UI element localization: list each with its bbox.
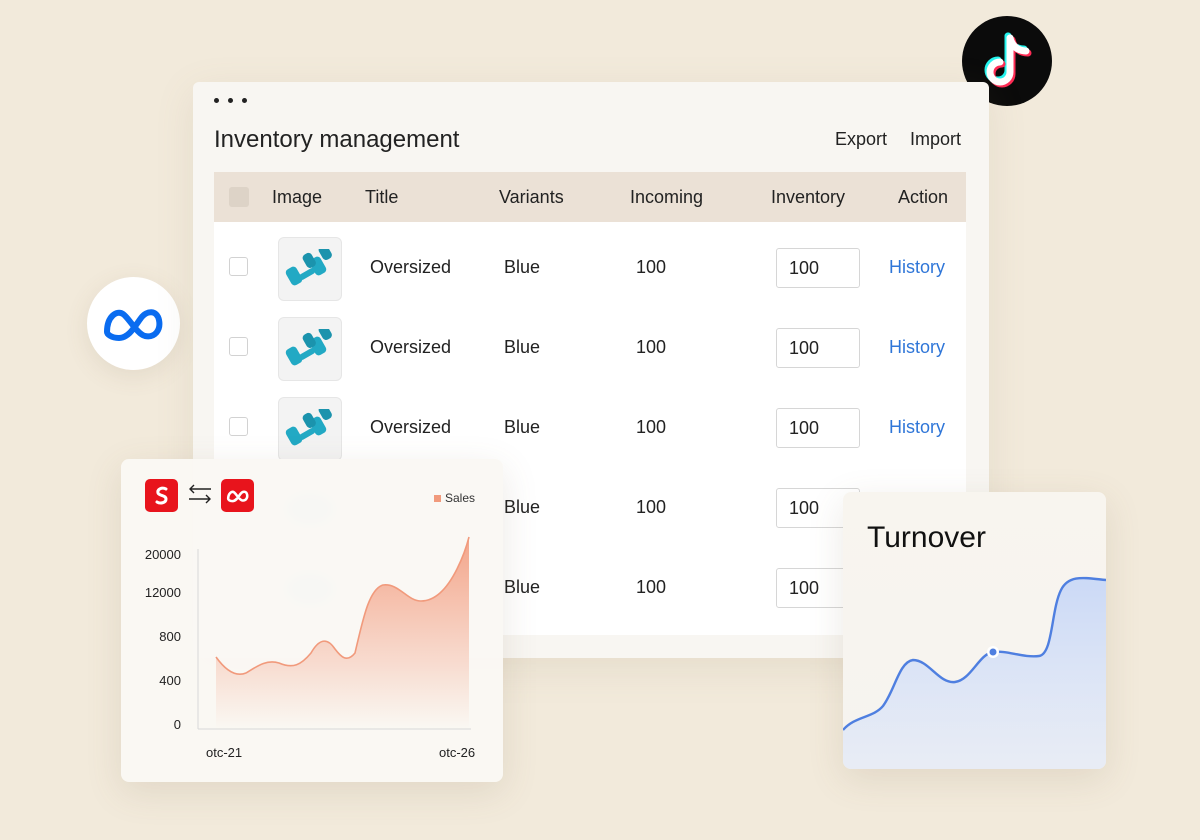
history-link[interactable]: History [889, 337, 945, 358]
product-image [278, 317, 342, 381]
column-header-variants: Variants [499, 187, 564, 207]
table-header: Image Title Variants Incoming Inventory … [214, 172, 966, 222]
incoming-count: 100 [636, 497, 667, 517]
meta-logo-icon [103, 308, 162, 341]
product-variant: Blue [504, 257, 541, 277]
product-image [278, 397, 342, 461]
product-title: Oversized [370, 257, 452, 277]
product-title: Oversized [370, 417, 452, 437]
inventory-input[interactable]: 100 [776, 408, 860, 448]
x-tick-label: otc-26 [439, 745, 476, 760]
column-header-inventory: Inventory [771, 187, 846, 207]
export-button[interactable]: Export [835, 129, 887, 150]
x-tick-label: otc-21 [206, 745, 243, 760]
inventory-input[interactable]: 100 [776, 328, 860, 368]
dumbbell-icon [285, 249, 332, 286]
product-title: Oversized [370, 337, 452, 357]
history-link[interactable]: History [889, 257, 945, 278]
turnover-card: Turnover [843, 492, 1106, 769]
product-variant: Blue [504, 577, 541, 597]
sales-area-chart [197, 536, 471, 730]
turnover-point [989, 648, 997, 656]
incoming-count: 100 [636, 337, 667, 357]
column-header-image: Image [272, 187, 323, 207]
window-menu-dots[interactable] [214, 98, 247, 103]
row-checkbox[interactable] [229, 337, 248, 356]
column-header-action: Action [898, 187, 949, 207]
sales-chart-card: Sales 20000 12000 800 400 0 otc-21 otc-2… [121, 459, 503, 782]
column-header-incoming: Incoming [630, 187, 704, 207]
column-header-title: Title [365, 187, 399, 207]
product-variant: Blue [504, 337, 541, 357]
import-button[interactable]: Import [910, 129, 961, 150]
table-row: Oversized Blue 100 100 History [214, 302, 966, 382]
incoming-count: 100 [636, 577, 667, 597]
turnover-line-chart [843, 576, 1106, 769]
table-row: Oversized Blue 100 100 History [214, 382, 966, 462]
history-link[interactable]: History [889, 417, 945, 438]
turnover-area [843, 578, 1106, 769]
sales-area [216, 537, 469, 729]
meta-badge [87, 277, 180, 370]
product-variant: Blue [504, 497, 541, 517]
table-row: Oversized Blue 100 100 History [214, 222, 966, 302]
row-checkbox[interactable] [229, 257, 248, 276]
incoming-count: 100 [636, 417, 667, 437]
select-all-checkbox[interactable] [229, 187, 249, 207]
row-checkbox[interactable] [229, 417, 248, 436]
incoming-count: 100 [636, 257, 667, 277]
product-variant: Blue [504, 417, 541, 437]
dumbbell-icon [285, 409, 332, 446]
product-image [278, 237, 342, 301]
dumbbell-icon [285, 329, 332, 366]
inventory-input[interactable]: 100 [776, 248, 860, 288]
page-title: Inventory management [214, 126, 460, 153]
